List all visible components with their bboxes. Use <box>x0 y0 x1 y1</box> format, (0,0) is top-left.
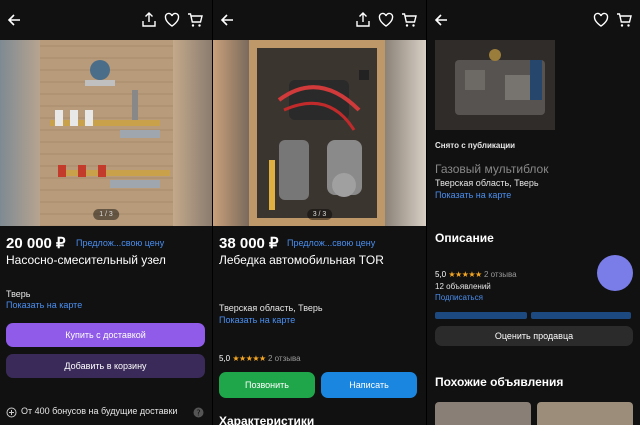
top-bar <box>213 0 426 40</box>
multiblock-photo[interactable] <box>435 40 555 130</box>
listing-title: Насосно-смесительный узел <box>6 253 166 267</box>
share-icon[interactable] <box>354 11 372 29</box>
call-button[interactable]: Позвонить <box>219 372 315 398</box>
removed-status: Снято с публикации <box>435 141 516 150</box>
heart-icon[interactable] <box>592 11 610 29</box>
seller-avatar[interactable] <box>597 255 633 291</box>
heart-icon[interactable] <box>377 11 395 29</box>
price: 38 000 ₽ <box>219 235 279 252</box>
bonus-icon <box>6 405 17 418</box>
info-icon[interactable]: ? <box>193 405 204 418</box>
bonus-text: От 400 бонусов на будущие доставки <box>21 406 178 416</box>
write-button[interactable]: Написать <box>321 372 417 398</box>
show-on-map-link[interactable]: Показать на карте <box>435 190 511 200</box>
back-arrow-icon[interactable] <box>6 11 24 29</box>
rate-seller-label: Оценить продавца <box>494 331 574 341</box>
photo-counter: 1 / 3 <box>93 209 119 220</box>
city: Тверь <box>6 289 31 299</box>
rate-seller-button[interactable]: Оценить продавца <box>435 326 633 346</box>
share-icon[interactable] <box>140 11 158 29</box>
photo-gallery[interactable]: 3 / 3 <box>213 40 426 226</box>
rating-value: 5,0 <box>219 354 231 363</box>
photo-counter: 3 / 3 <box>306 209 333 220</box>
buy-with-delivery-button[interactable]: Купить с доставкой <box>6 323 205 347</box>
tab-bar-segment-right[interactable] <box>531 312 631 319</box>
listings-count: 12 объявлений <box>435 282 491 291</box>
show-on-map-link[interactable]: Показать на карте <box>6 300 82 310</box>
location: Тверская область, Тверь <box>435 178 539 188</box>
offer-price-link[interactable]: Предлож...свою цену <box>76 238 164 248</box>
subscribe-link[interactable]: Подписаться <box>435 293 483 302</box>
listing-title: Лебедка автомобильная TOR <box>219 253 384 267</box>
listing-screen-pump-unit: 1 / 3 20 000 ₽ Предлож...свою цену Насос… <box>0 0 212 425</box>
call-label: Позвонить <box>245 380 289 390</box>
photo-gallery[interactable]: 1 / 3 <box>0 40 212 226</box>
seller-rating[interactable]: 5,0 ★★★★★ 2 отзыва <box>435 270 517 279</box>
similar-listing-thumb[interactable] <box>435 402 531 425</box>
add-to-cart-button[interactable]: Добавить в корзину <box>6 354 205 378</box>
top-bar <box>0 0 212 40</box>
offer-price-link[interactable]: Предлож...свою цену <box>287 238 375 248</box>
svg-text:?: ? <box>196 408 200 417</box>
specs-heading: Характеристики <box>219 414 315 425</box>
listing-title: Газовый мультиблок <box>435 162 549 176</box>
listing-screen-gas-multiblock: Снято с публикации Газовый мультиблок Тв… <box>427 0 640 425</box>
heart-icon[interactable] <box>163 11 181 29</box>
back-arrow-icon[interactable] <box>433 11 451 29</box>
cart-icon[interactable] <box>615 11 633 29</box>
cart-icon[interactable] <box>400 11 418 29</box>
tab-bar-segment-left[interactable] <box>435 312 527 319</box>
seller-rating[interactable]: 5,0 ★★★★★ 2 отзыва <box>219 354 301 363</box>
write-label: Написать <box>349 380 389 390</box>
rating-value: 5,0 <box>435 270 447 279</box>
show-on-map-link[interactable]: Показать на карте <box>219 315 295 325</box>
back-arrow-icon[interactable] <box>219 11 237 29</box>
cart-icon[interactable] <box>186 11 204 29</box>
rating-stars: ★★★★★ <box>448 270 482 279</box>
buy-with-delivery-label: Купить с доставкой <box>65 330 146 340</box>
reviews-count: 2 отзыва <box>483 270 517 279</box>
winch-photo <box>249 40 385 226</box>
rating-stars: ★★★★★ <box>232 354 266 363</box>
listing-screen-winch: 3 / 3 38 000 ₽ Предлож...свою цену Лебед… <box>213 0 426 425</box>
top-bar <box>427 0 640 40</box>
similar-listing-thumb[interactable] <box>537 402 633 425</box>
price: 20 000 ₽ <box>6 235 66 252</box>
description-heading: Описание <box>435 231 494 245</box>
reviews-count: 2 отзыва <box>267 354 301 363</box>
add-to-cart-label: Добавить в корзину <box>64 361 147 371</box>
manifold-photo <box>40 40 173 226</box>
location: Тверская область, Тверь <box>219 303 323 313</box>
similar-listings-heading: Похожие объявления <box>435 375 564 389</box>
